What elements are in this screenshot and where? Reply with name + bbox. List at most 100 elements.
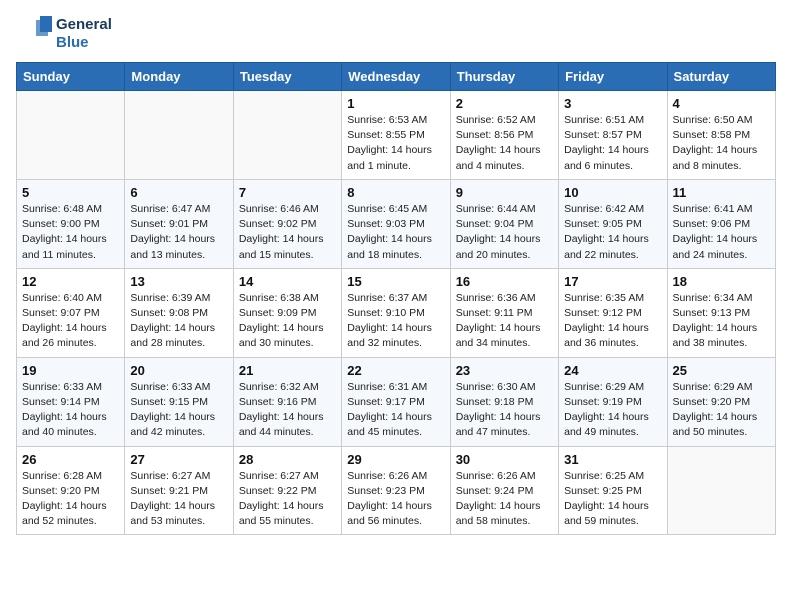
day-cell: 6 Sunrise: 6:47 AMSunset: 9:01 PMDaylight… — [125, 179, 233, 268]
day-info: Sunrise: 6:32 AMSunset: 9:16 PMDaylight:… — [239, 380, 336, 441]
day-number: 11 — [673, 185, 770, 200]
week-row-4: 19 Sunrise: 6:33 AMSunset: 9:14 PMDayligh… — [17, 357, 776, 446]
day-number: 10 — [564, 185, 661, 200]
day-info: Sunrise: 6:42 AMSunset: 9:05 PMDaylight:… — [564, 202, 661, 263]
day-number: 29 — [347, 452, 444, 467]
day-info: Sunrise: 6:39 AMSunset: 9:08 PMDaylight:… — [130, 291, 227, 352]
day-number: 22 — [347, 363, 444, 378]
day-number: 6 — [130, 185, 227, 200]
day-number: 24 — [564, 363, 661, 378]
header-cell-friday: Friday — [559, 63, 667, 91]
day-number: 25 — [673, 363, 770, 378]
day-cell: 25 Sunrise: 6:29 AMSunset: 9:20 PMDayligh… — [667, 357, 775, 446]
day-number: 16 — [456, 274, 553, 289]
day-cell: 8Sunrise: 6:45 AMSunset: 9:03 PMDaylight… — [342, 179, 450, 268]
day-cell: 7 Sunrise: 6:46 AMSunset: 9:02 PMDaylight… — [233, 179, 341, 268]
day-info: Sunrise: 6:41 AMSunset: 9:06 PMDaylight:… — [673, 202, 770, 263]
day-cell: 28 Sunrise: 6:27 AMSunset: 9:22 PMDayligh… — [233, 446, 341, 535]
day-info: Sunrise: 6:52 AMSunset: 8:56 PMDaylight:… — [456, 113, 553, 174]
day-cell: 10 Sunrise: 6:42 AMSunset: 9:05 PMDayligh… — [559, 179, 667, 268]
header-cell-thursday: Thursday — [450, 63, 558, 91]
day-info: Sunrise: 6:31 AMSunset: 9:17 PMDaylight:… — [347, 380, 444, 441]
day-number: 5 — [22, 185, 119, 200]
day-cell: 19 Sunrise: 6:33 AMSunset: 9:14 PMDayligh… — [17, 357, 125, 446]
day-info: Sunrise: 6:48 AMSunset: 9:00 PMDaylight:… — [22, 202, 119, 263]
day-cell — [17, 91, 125, 180]
day-cell: 11 Sunrise: 6:41 AMSunset: 9:06 PMDayligh… — [667, 179, 775, 268]
week-row-3: 12Sunrise: 6:40 AMSunset: 9:07 PMDayligh… — [17, 268, 776, 357]
day-info: Sunrise: 6:26 AMSunset: 9:24 PMDaylight:… — [456, 469, 553, 530]
day-cell: 12Sunrise: 6:40 AMSunset: 9:07 PMDayligh… — [17, 268, 125, 357]
day-number: 7 — [239, 185, 336, 200]
day-info: Sunrise: 6:47 AMSunset: 9:01 PMDaylight:… — [130, 202, 227, 263]
day-number: 1 — [347, 96, 444, 111]
day-cell: 4Sunrise: 6:50 AMSunset: 8:58 PMDaylight… — [667, 91, 775, 180]
day-number: 13 — [130, 274, 227, 289]
day-info: Sunrise: 6:30 AMSunset: 9:18 PMDaylight:… — [456, 380, 553, 441]
header-cell-sunday: Sunday — [17, 63, 125, 91]
day-info: Sunrise: 6:36 AMSunset: 9:11 PMDaylight:… — [456, 291, 553, 352]
day-cell: 5 Sunrise: 6:48 AMSunset: 9:00 PMDaylight… — [17, 179, 125, 268]
day-cell: 9 Sunrise: 6:44 AMSunset: 9:04 PMDaylight… — [450, 179, 558, 268]
header-cell-tuesday: Tuesday — [233, 63, 341, 91]
day-cell: 26Sunrise: 6:28 AMSunset: 9:20 PMDayligh… — [17, 446, 125, 535]
day-cell: 21 Sunrise: 6:32 AMSunset: 9:16 PMDayligh… — [233, 357, 341, 446]
day-number: 15 — [347, 274, 444, 289]
day-cell: 13 Sunrise: 6:39 AMSunset: 9:08 PMDayligh… — [125, 268, 233, 357]
day-cell: 20Sunrise: 6:33 AMSunset: 9:15 PMDayligh… — [125, 357, 233, 446]
day-info: Sunrise: 6:29 AMSunset: 9:20 PMDaylight:… — [673, 380, 770, 441]
day-number: 23 — [456, 363, 553, 378]
day-cell — [233, 91, 341, 180]
day-info: Sunrise: 6:37 AMSunset: 9:10 PMDaylight:… — [347, 291, 444, 352]
day-cell: 24Sunrise: 6:29 AMSunset: 9:19 PMDayligh… — [559, 357, 667, 446]
day-cell: 16 Sunrise: 6:36 AMSunset: 9:11 PMDayligh… — [450, 268, 558, 357]
day-info: Sunrise: 6:38 AMSunset: 9:09 PMDaylight:… — [239, 291, 336, 352]
day-info: Sunrise: 6:51 AMSunset: 8:57 PMDaylight:… — [564, 113, 661, 174]
day-info: Sunrise: 6:25 AMSunset: 9:25 PMDaylight:… — [564, 469, 661, 530]
day-cell: 31Sunrise: 6:25 AMSunset: 9:25 PMDayligh… — [559, 446, 667, 535]
day-number: 2 — [456, 96, 553, 111]
day-info: Sunrise: 6:44 AMSunset: 9:04 PMDaylight:… — [456, 202, 553, 263]
week-row-5: 26Sunrise: 6:28 AMSunset: 9:20 PMDayligh… — [17, 446, 776, 535]
header-cell-monday: Monday — [125, 63, 233, 91]
logo-text-blue: Blue — [56, 34, 112, 52]
day-number: 19 — [22, 363, 119, 378]
day-cell: 3 Sunrise: 6:51 AMSunset: 8:57 PMDaylight… — [559, 91, 667, 180]
day-cell — [667, 446, 775, 535]
day-info: Sunrise: 6:27 AMSunset: 9:22 PMDaylight:… — [239, 469, 336, 530]
day-number: 18 — [673, 274, 770, 289]
day-number: 3 — [564, 96, 661, 111]
day-info: Sunrise: 6:34 AMSunset: 9:13 PMDaylight:… — [673, 291, 770, 352]
day-info: Sunrise: 6:26 AMSunset: 9:23 PMDaylight:… — [347, 469, 444, 530]
logo: General Blue — [16, 16, 112, 52]
day-cell: 27 Sunrise: 6:27 AMSunset: 9:21 PMDayligh… — [125, 446, 233, 535]
day-number: 17 — [564, 274, 661, 289]
header-cell-wednesday: Wednesday — [342, 63, 450, 91]
day-cell — [125, 91, 233, 180]
day-info: Sunrise: 6:33 AMSunset: 9:14 PMDaylight:… — [22, 380, 119, 441]
day-cell: 18 Sunrise: 6:34 AMSunset: 9:13 PMDayligh… — [667, 268, 775, 357]
day-number: 21 — [239, 363, 336, 378]
week-row-1: 1Sunrise: 6:53 AMSunset: 8:55 PMDaylight… — [17, 91, 776, 180]
header-cell-saturday: Saturday — [667, 63, 775, 91]
day-number: 28 — [239, 452, 336, 467]
day-info: Sunrise: 6:46 AMSunset: 9:02 PMDaylight:… — [239, 202, 336, 263]
logo-svg — [16, 16, 52, 52]
day-cell: 15 Sunrise: 6:37 AMSunset: 9:10 PMDayligh… — [342, 268, 450, 357]
day-info: Sunrise: 6:27 AMSunset: 9:21 PMDaylight:… — [130, 469, 227, 530]
day-number: 9 — [456, 185, 553, 200]
day-cell: 17Sunrise: 6:35 AMSunset: 9:12 PMDayligh… — [559, 268, 667, 357]
header-row: SundayMondayTuesdayWednesdayThursdayFrid… — [17, 63, 776, 91]
day-number: 30 — [456, 452, 553, 467]
day-cell: 29 Sunrise: 6:26 AMSunset: 9:23 PMDayligh… — [342, 446, 450, 535]
day-cell: 23 Sunrise: 6:30 AMSunset: 9:18 PMDayligh… — [450, 357, 558, 446]
day-info: Sunrise: 6:28 AMSunset: 9:20 PMDaylight:… — [22, 469, 119, 530]
day-number: 27 — [130, 452, 227, 467]
week-row-2: 5 Sunrise: 6:48 AMSunset: 9:00 PMDaylight… — [17, 179, 776, 268]
day-number: 14 — [239, 274, 336, 289]
calendar-table: SundayMondayTuesdayWednesdayThursdayFrid… — [16, 62, 776, 535]
day-cell: 1Sunrise: 6:53 AMSunset: 8:55 PMDaylight… — [342, 91, 450, 180]
day-number: 4 — [673, 96, 770, 111]
day-info: Sunrise: 6:40 AMSunset: 9:07 PMDaylight:… — [22, 291, 119, 352]
day-cell: 30 Sunrise: 6:26 AMSunset: 9:24 PMDayligh… — [450, 446, 558, 535]
